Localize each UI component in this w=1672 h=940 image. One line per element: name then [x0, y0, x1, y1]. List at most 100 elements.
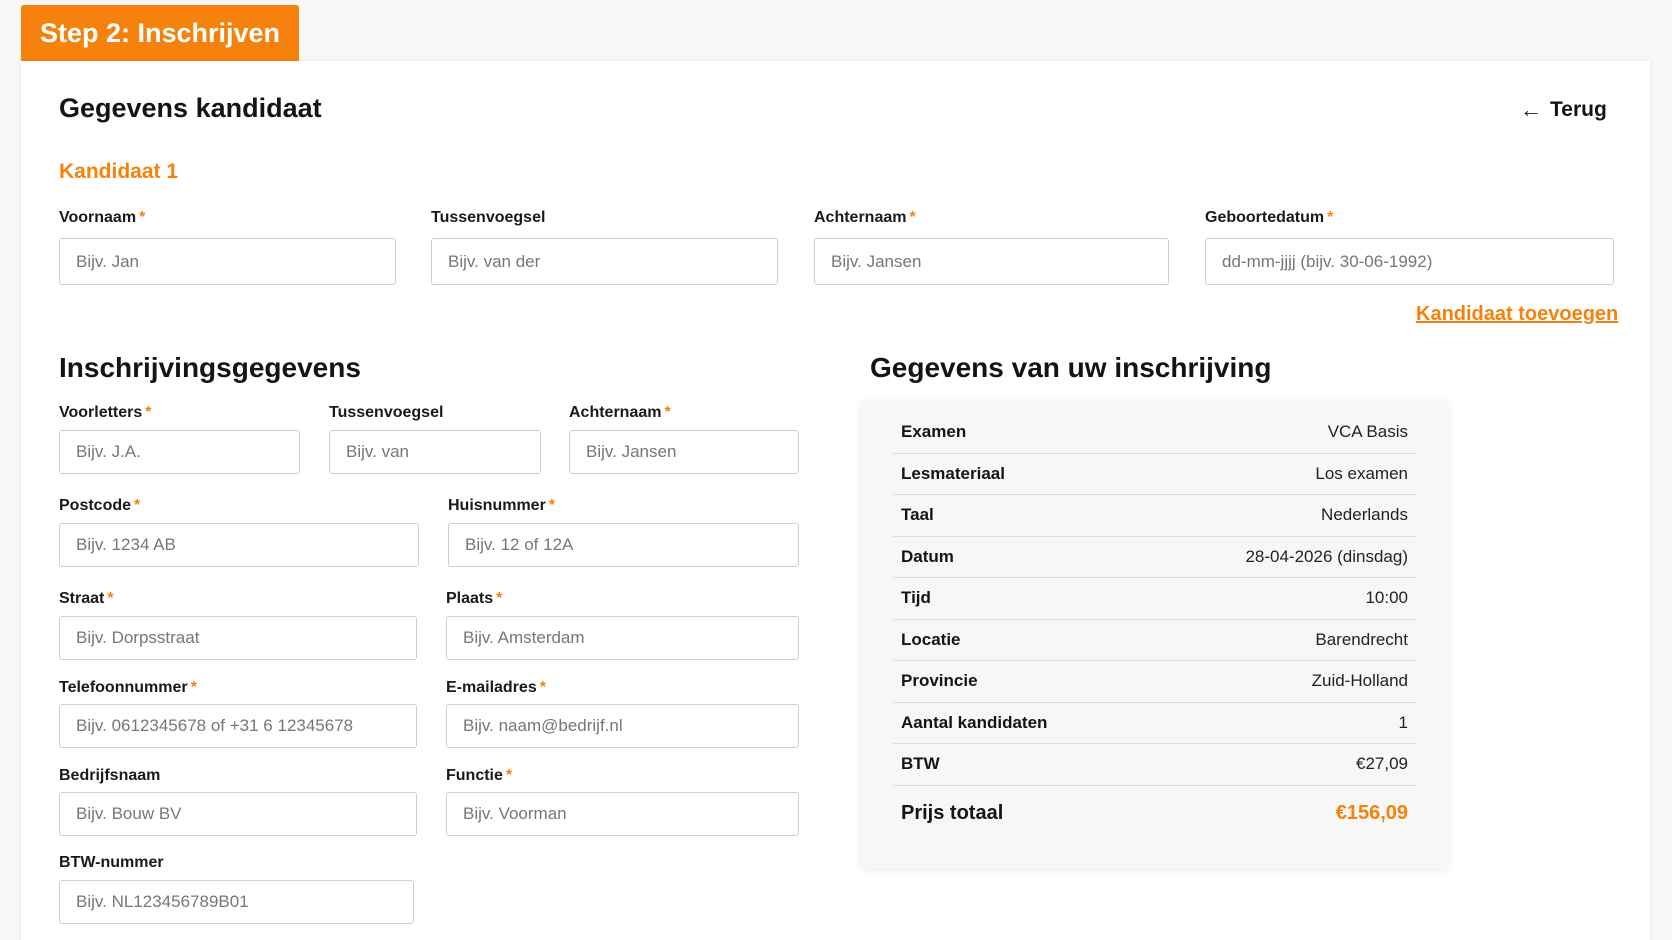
summary-row: Taal Nederlands	[893, 495, 1416, 537]
step-label: Step 2: Inschrijven	[39, 17, 281, 48]
geboortedatum-label-text: Geboortedatum	[1205, 209, 1325, 226]
btw-nummer-label: BTW-nummer	[59, 854, 164, 872]
summary-row: Provincie Zuid-Holland	[893, 661, 1416, 703]
telefoonnummer-input[interactable]	[59, 704, 417, 748]
total-price: €156,09	[1335, 802, 1408, 824]
reg-tussenvoegsel-input[interactable]	[329, 430, 541, 474]
reg-tussenvoegsel-label-text: Tussenvoegsel	[329, 404, 444, 421]
postcode-input[interactable]	[59, 523, 419, 567]
email-input[interactable]	[446, 704, 799, 748]
achternaam-label-text: Achternaam	[814, 209, 907, 226]
summary-value: Barendrecht	[1315, 629, 1408, 649]
plaats-label: Plaats *	[446, 590, 502, 608]
summary-key: Lesmateriaal	[901, 463, 1005, 483]
required-marker: *	[107, 590, 114, 607]
reg-achternaam-label: Achternaam *	[569, 404, 671, 422]
summary-key: Taal	[901, 505, 934, 525]
summary-section-title: Gegevens van uw inschrijving	[870, 352, 1272, 383]
summary-row: Lesmateriaal Los examen	[893, 454, 1416, 495]
postcode-label-text: Postcode	[59, 497, 132, 514]
candidate-number-label: Kandidaat 1	[59, 160, 179, 183]
voorletters-label-text: Voorletters	[59, 404, 143, 421]
summary-value: Zuid-Holland	[1311, 671, 1408, 691]
required-marker: *	[134, 497, 141, 514]
functie-label-text: Functie	[446, 767, 503, 784]
functie-input[interactable]	[446, 792, 799, 836]
huisnummer-label-text: Huisnummer	[448, 497, 546, 514]
summary-value: VCA Basis	[1327, 422, 1408, 442]
huisnummer-input[interactable]	[448, 523, 799, 567]
plaats-label-text: Plaats	[446, 590, 494, 607]
summary-value: Los examen	[1315, 463, 1408, 483]
arrow-left-icon: ←	[1520, 97, 1542, 122]
summary-row: Datum 28-04-2026 (dinsdag)	[893, 537, 1416, 578]
required-marker: *	[190, 679, 197, 696]
bedrijfsnaam-label-text: Bedrijfsnaam	[59, 767, 161, 784]
back-label: Terug	[1550, 98, 1607, 121]
step-tab: Step 2: Inschrijven	[21, 5, 299, 61]
summary-key: Datum	[901, 546, 954, 566]
postcode-label: Postcode *	[59, 497, 140, 515]
voornaam-input[interactable]	[59, 238, 396, 285]
achternaam-label: Achternaam *	[814, 209, 916, 227]
summary-row: BTW €27,09	[893, 744, 1416, 786]
tussenvoegsel-label-text: Tussenvoegsel	[431, 209, 546, 226]
summary-value: 10:00	[1365, 588, 1408, 608]
reg-achternaam-label-text: Achternaam	[569, 404, 662, 421]
telefoonnummer-label: Telefoonnummer *	[59, 679, 197, 697]
plaats-input[interactable]	[446, 616, 799, 660]
required-marker: *	[496, 590, 503, 607]
btw-nummer-input[interactable]	[59, 880, 414, 924]
summary-total-row: Prijs totaal €156,09	[893, 786, 1416, 842]
reg-achternaam-input[interactable]	[569, 430, 799, 474]
tussenvoegsel-input[interactable]	[431, 238, 778, 285]
summary-panel: Examen VCA Basis Lesmateriaal Los examen T…	[861, 400, 1448, 868]
required-marker: *	[664, 404, 671, 421]
summary-row: Aantal kandidaten 1	[893, 703, 1416, 744]
summary-key: Examen	[901, 422, 967, 442]
add-candidate-link[interactable]: Kandidaat toevoegen	[1416, 303, 1618, 326]
straat-label-text: Straat	[59, 590, 105, 607]
summary-value: 28-04-2026 (dinsdag)	[1245, 546, 1408, 566]
required-marker: *	[548, 497, 556, 514]
geboortedatum-input[interactable]	[1205, 238, 1614, 285]
voorletters-input[interactable]	[59, 430, 300, 474]
voorletters-label: Voorletters *	[59, 404, 152, 422]
required-marker: *	[505, 767, 513, 784]
geboortedatum-label: Geboortedatum *	[1205, 209, 1333, 227]
straat-label: Straat *	[59, 590, 114, 608]
required-marker: *	[539, 679, 546, 696]
summary-value: €27,09	[1356, 754, 1408, 774]
bedrijfsnaam-input[interactable]	[59, 792, 417, 836]
required-marker: *	[909, 209, 916, 226]
required-marker: *	[145, 404, 152, 421]
required-marker: *	[1327, 209, 1334, 226]
summary-key: Tijd	[901, 588, 931, 608]
summary-key: Provincie	[901, 671, 978, 691]
summary-key: BTW	[901, 754, 940, 774]
email-label: E-mailadres *	[446, 679, 546, 697]
summary-key: Aantal kandidaten	[901, 712, 1048, 732]
huisnummer-label: Huisnummer *	[448, 497, 555, 515]
straat-input[interactable]	[59, 616, 417, 660]
back-button[interactable]: ← Terug	[1520, 97, 1607, 123]
total-label: Prijs totaal	[901, 802, 1004, 824]
summary-row: Examen VCA Basis	[893, 412, 1416, 454]
telefoonnummer-label-text: Telefoonnummer	[59, 679, 188, 696]
candidate-section-title: Gegevens kandidaat	[59, 93, 322, 123]
email-label-text: E-mailadres	[446, 679, 537, 696]
reg-tussenvoegsel-label: Tussenvoegsel	[329, 404, 443, 422]
summary-value: 1	[1398, 712, 1408, 732]
registration-section-title: Inschrijvingsgegevens	[59, 352, 361, 383]
tussenvoegsel-label: Tussenvoegsel	[431, 209, 545, 227]
summary-value: Nederlands	[1321, 505, 1408, 525]
summary-row: Tijd 10:00	[893, 578, 1416, 620]
voornaam-label-text: Voornaam	[59, 209, 137, 226]
required-marker: *	[139, 209, 146, 226]
bedrijfsnaam-label: Bedrijfsnaam	[59, 767, 160, 785]
achternaam-input[interactable]	[814, 238, 1169, 285]
voornaam-label: Voornaam *	[59, 209, 145, 227]
summary-row: Locatie Barendrecht	[893, 620, 1416, 661]
summary-key: Locatie	[901, 629, 961, 649]
btw-nummer-label-text: BTW-nummer	[59, 854, 164, 871]
